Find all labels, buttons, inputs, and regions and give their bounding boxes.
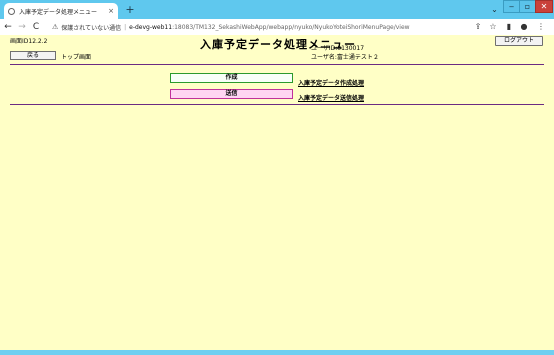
forward-arrow-icon[interactable]: → [16, 21, 28, 33]
tab-close-icon[interactable]: × [108, 7, 114, 15]
warning-icon[interactable]: ⚠ [52, 23, 58, 31]
back-button[interactable]: 戻る [10, 51, 56, 60]
header-divider [10, 64, 544, 65]
create-button[interactable]: 作成 [170, 73, 293, 83]
send-button[interactable]: 送信 [170, 89, 293, 99]
minimize-button[interactable]: ‒ [503, 0, 520, 13]
tab-search-dropdown-icon[interactable]: ⌄ [486, 4, 503, 17]
footer-divider [10, 104, 544, 105]
browser-titlebar: 入庫予定データ処理メニュー × + ⌄ ‒ ▫ ✕ [0, 0, 554, 19]
tab-title: 入庫予定データ処理メニュー [19, 8, 98, 16]
logout-button[interactable]: ログアウト [495, 36, 543, 46]
window-bottom-frame [0, 350, 554, 355]
sidepanel-icon[interactable]: ▮ [504, 21, 514, 33]
top-screen-label: トップ画面 [61, 54, 92, 61]
new-tab-button[interactable]: + [124, 3, 136, 16]
screen-id: 画面ID12.2.2 [10, 38, 48, 45]
address-bar[interactable]: ⚠ 保護されていない通信 | e-devg-web11 :18083/TM132… [52, 21, 464, 33]
profile-icon[interactable]: ● [519, 21, 529, 33]
user-info: ユーザID:0130017 ユーザ名:富士通テスト２ [311, 44, 379, 62]
browser-tab[interactable]: 入庫予定データ処理メニュー × [4, 3, 118, 19]
reload-icon[interactable]: C [30, 21, 42, 33]
globe-icon [8, 7, 15, 15]
browser-toolbar: ← → C ⚠ 保護されていない通信 | e-devg-web11 :18083… [0, 19, 554, 35]
user-id: ユーザID:0130017 [311, 45, 365, 52]
create-description: 入庫予定データ作成処理 [298, 80, 365, 87]
address-separator: | [124, 23, 127, 31]
page-content: 画面ID12.2.2 入庫予定データ処理メニュー ログアウト 戻る トップ画面 … [0, 35, 554, 350]
star-icon[interactable]: ☆ [488, 21, 498, 33]
url-path[interactable]: :18083/TM132_SekashiWebApp/webapp/nyuko/… [172, 24, 410, 31]
close-window-button[interactable]: ✕ [535, 0, 553, 13]
security-label[interactable]: 保護されていない通信 [61, 23, 121, 32]
menu-icon[interactable]: ⋮ [536, 21, 546, 33]
user-name: ユーザ名:富士通テスト２ [311, 54, 379, 61]
url-host[interactable]: e-devg-web11 [129, 24, 172, 31]
maximize-button[interactable]: ▫ [519, 0, 536, 13]
send-description: 入庫予定データ送信処理 [298, 95, 365, 102]
share-icon[interactable]: ⇪ [473, 21, 483, 33]
back-arrow-icon[interactable]: ← [2, 21, 14, 33]
